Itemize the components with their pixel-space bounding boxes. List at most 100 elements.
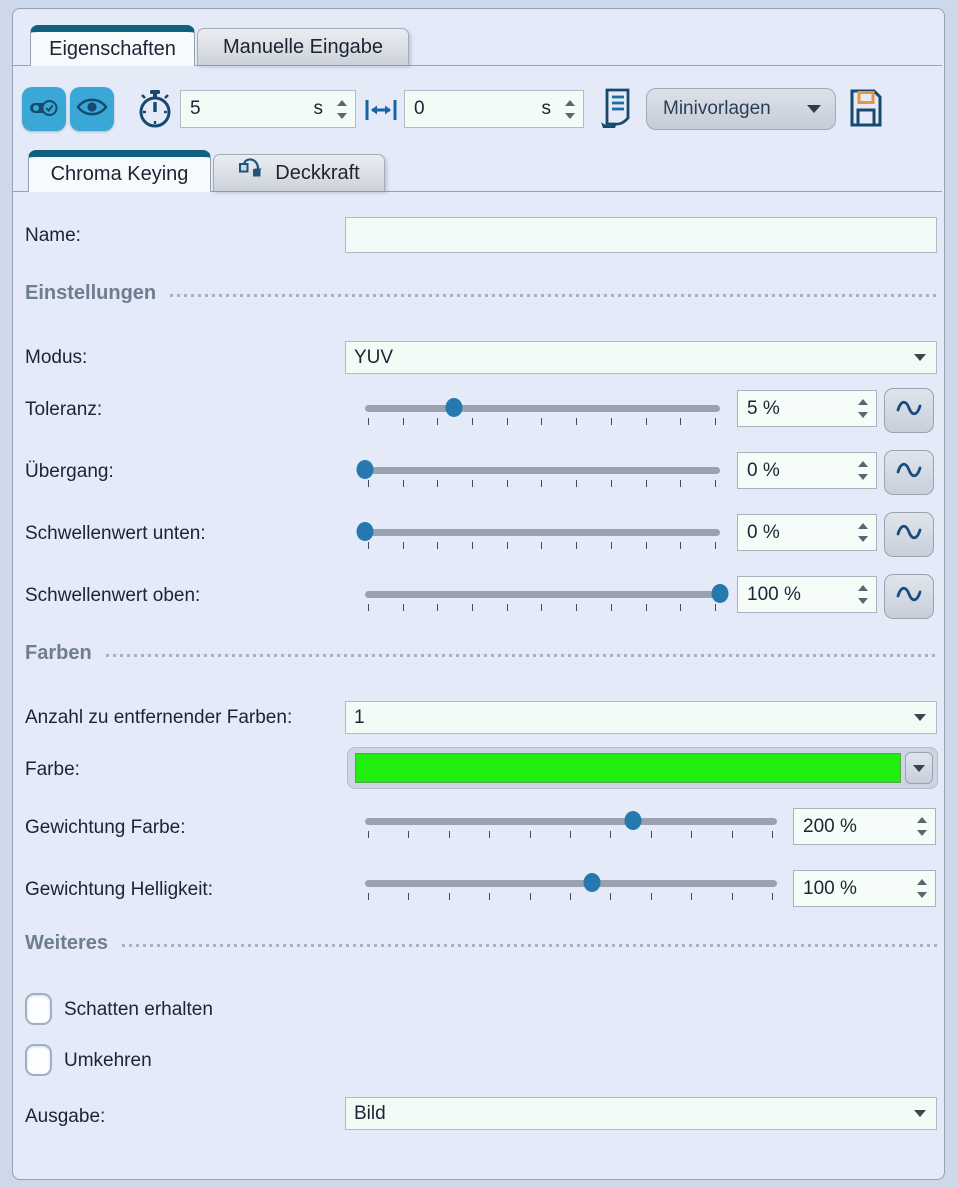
uebergang-spinners[interactable] [858, 461, 868, 480]
toleranz-slider[interactable] [365, 399, 720, 427]
name-label: Name: [25, 225, 81, 247]
toleranz-spinners[interactable] [858, 399, 868, 418]
slider-thumb[interactable] [712, 584, 729, 603]
script-document-icon[interactable] [596, 85, 636, 136]
spin-down-icon[interactable] [565, 113, 575, 119]
slider-thumb[interactable] [624, 811, 641, 830]
spin-down-icon[interactable] [917, 892, 927, 898]
effect-time-unit: s [314, 98, 324, 120]
chevron-down-icon [807, 105, 821, 113]
section-title: Farben [25, 642, 92, 665]
spin-up-icon[interactable] [565, 100, 575, 106]
spin-up-icon[interactable] [917, 817, 927, 823]
gewichtung-helligkeit-label: Gewichtung Helligkeit: [25, 879, 213, 901]
slider-thumb[interactable] [445, 398, 462, 417]
slider-ticks [368, 418, 716, 426]
ausgabe-dropdown[interactable]: Bild [345, 1097, 937, 1130]
umkehren-label[interactable]: Umkehren [64, 1050, 152, 1072]
offset-time-spinners[interactable] [565, 100, 575, 119]
animation-curve-icon [894, 581, 924, 612]
section-dotted-line [122, 944, 937, 947]
schatten-erhalten-label[interactable]: Schatten erhalten [64, 999, 213, 1021]
tab-manuelle-eingabe[interactable]: Manuelle Eingabe [197, 28, 409, 65]
schwellenwert-oben-label: Schwellenwert oben: [25, 585, 200, 607]
schwellenwert-unten-curve-button[interactable] [884, 512, 934, 557]
spin-down-icon[interactable] [858, 598, 868, 604]
spin-up-icon[interactable] [337, 100, 347, 106]
preview-button[interactable] [70, 87, 114, 131]
schwellenwert-oben-value: 100 % [747, 584, 801, 606]
name-input[interactable] [345, 217, 937, 253]
toleranz-label: Toleranz: [25, 399, 102, 421]
effect-enable-button[interactable] [22, 87, 66, 131]
anzahl-farben-value: 1 [354, 707, 365, 729]
chevron-down-icon [914, 1110, 926, 1117]
slider-track[interactable] [365, 880, 777, 887]
schwellenwert-oben-curve-button[interactable] [884, 574, 934, 619]
slider-track[interactable] [365, 529, 720, 536]
slider-track[interactable] [365, 405, 720, 412]
slider-thumb[interactable] [583, 873, 600, 892]
eye-icon [76, 94, 108, 125]
spin-down-icon[interactable] [917, 830, 927, 836]
gewichtung-farbe-slider[interactable] [365, 812, 777, 840]
gewichtung-farbe-valuebox[interactable]: 200 % [793, 808, 936, 845]
effect-time-spinners[interactable] [337, 100, 347, 119]
uebergang-slider[interactable] [365, 461, 720, 489]
save-floppy-icon[interactable] [846, 86, 886, 135]
tab-chroma-keying[interactable]: Chroma Keying [28, 150, 211, 192]
slider-track[interactable] [365, 818, 777, 825]
tab-eigenschaften[interactable]: Eigenschaften [30, 25, 195, 66]
gewichtung-helligkeit-slider[interactable] [365, 874, 777, 902]
tab-label: Manuelle Eingabe [223, 36, 383, 59]
farbe-dropdown-button[interactable] [905, 752, 933, 784]
gewichtung-farbe-spinners[interactable] [917, 817, 927, 836]
slider-ticks [368, 542, 716, 550]
gewichtung-farbe-label: Gewichtung Farbe: [25, 817, 186, 839]
slider-track[interactable] [365, 591, 720, 598]
chevron-down-icon [913, 765, 925, 772]
schwellenwert-unten-valuebox[interactable]: 0 % [737, 514, 877, 551]
color-swatch[interactable] [355, 753, 901, 783]
chevron-down-icon [914, 714, 926, 721]
keyframe-animation-icon [238, 156, 266, 190]
spin-up-icon[interactable] [858, 461, 868, 467]
gewichtung-helligkeit-spinners[interactable] [917, 879, 927, 898]
effect-time-spinbox[interactable]: 5 s [180, 90, 356, 128]
spin-up-icon[interactable] [858, 399, 868, 405]
farbe-picker-button[interactable] [347, 747, 938, 789]
slider-thumb[interactable] [357, 522, 374, 541]
umkehren-checkbox[interactable] [25, 1044, 52, 1076]
anzahl-farben-dropdown[interactable]: 1 [345, 701, 937, 734]
schwellenwert-unten-slider[interactable] [365, 523, 720, 551]
uebergang-valuebox[interactable]: 0 % [737, 452, 877, 489]
section-einstellungen: Einstellungen [25, 282, 937, 305]
gewichtung-helligkeit-valuebox[interactable]: 100 % [793, 870, 936, 907]
spin-up-icon[interactable] [858, 523, 868, 529]
offset-time-spinbox[interactable]: 0 s [404, 90, 584, 128]
animation-curve-icon [894, 395, 924, 426]
uebergang-curve-button[interactable] [884, 450, 934, 495]
tab-label: Eigenschaften [49, 38, 176, 61]
spin-down-icon[interactable] [858, 474, 868, 480]
schwellenwert-oben-valuebox[interactable]: 100 % [737, 576, 877, 613]
templates-dropdown[interactable]: Minivorlagen [646, 88, 836, 130]
spin-up-icon[interactable] [917, 879, 927, 885]
slider-thumb[interactable] [357, 460, 374, 479]
toleranz-curve-button[interactable] [884, 388, 934, 433]
farbe-label: Farbe: [25, 759, 80, 781]
toleranz-valuebox[interactable]: 5 % [737, 390, 877, 427]
schwellenwert-oben-slider[interactable] [365, 585, 720, 613]
tab-deckkraft[interactable]: Deckkraft [213, 154, 385, 191]
spin-down-icon[interactable] [858, 536, 868, 542]
spin-up-icon[interactable] [858, 585, 868, 591]
section-farben: Farben [25, 642, 937, 665]
section-title: Einstellungen [25, 282, 156, 305]
slider-track[interactable] [365, 467, 720, 474]
spin-down-icon[interactable] [858, 412, 868, 418]
schwellenwert-unten-spinners[interactable] [858, 523, 868, 542]
spin-down-icon[interactable] [337, 113, 347, 119]
modus-dropdown[interactable]: YUV [345, 341, 937, 374]
schwellenwert-oben-spinners[interactable] [858, 585, 868, 604]
schatten-erhalten-checkbox[interactable] [25, 993, 52, 1025]
